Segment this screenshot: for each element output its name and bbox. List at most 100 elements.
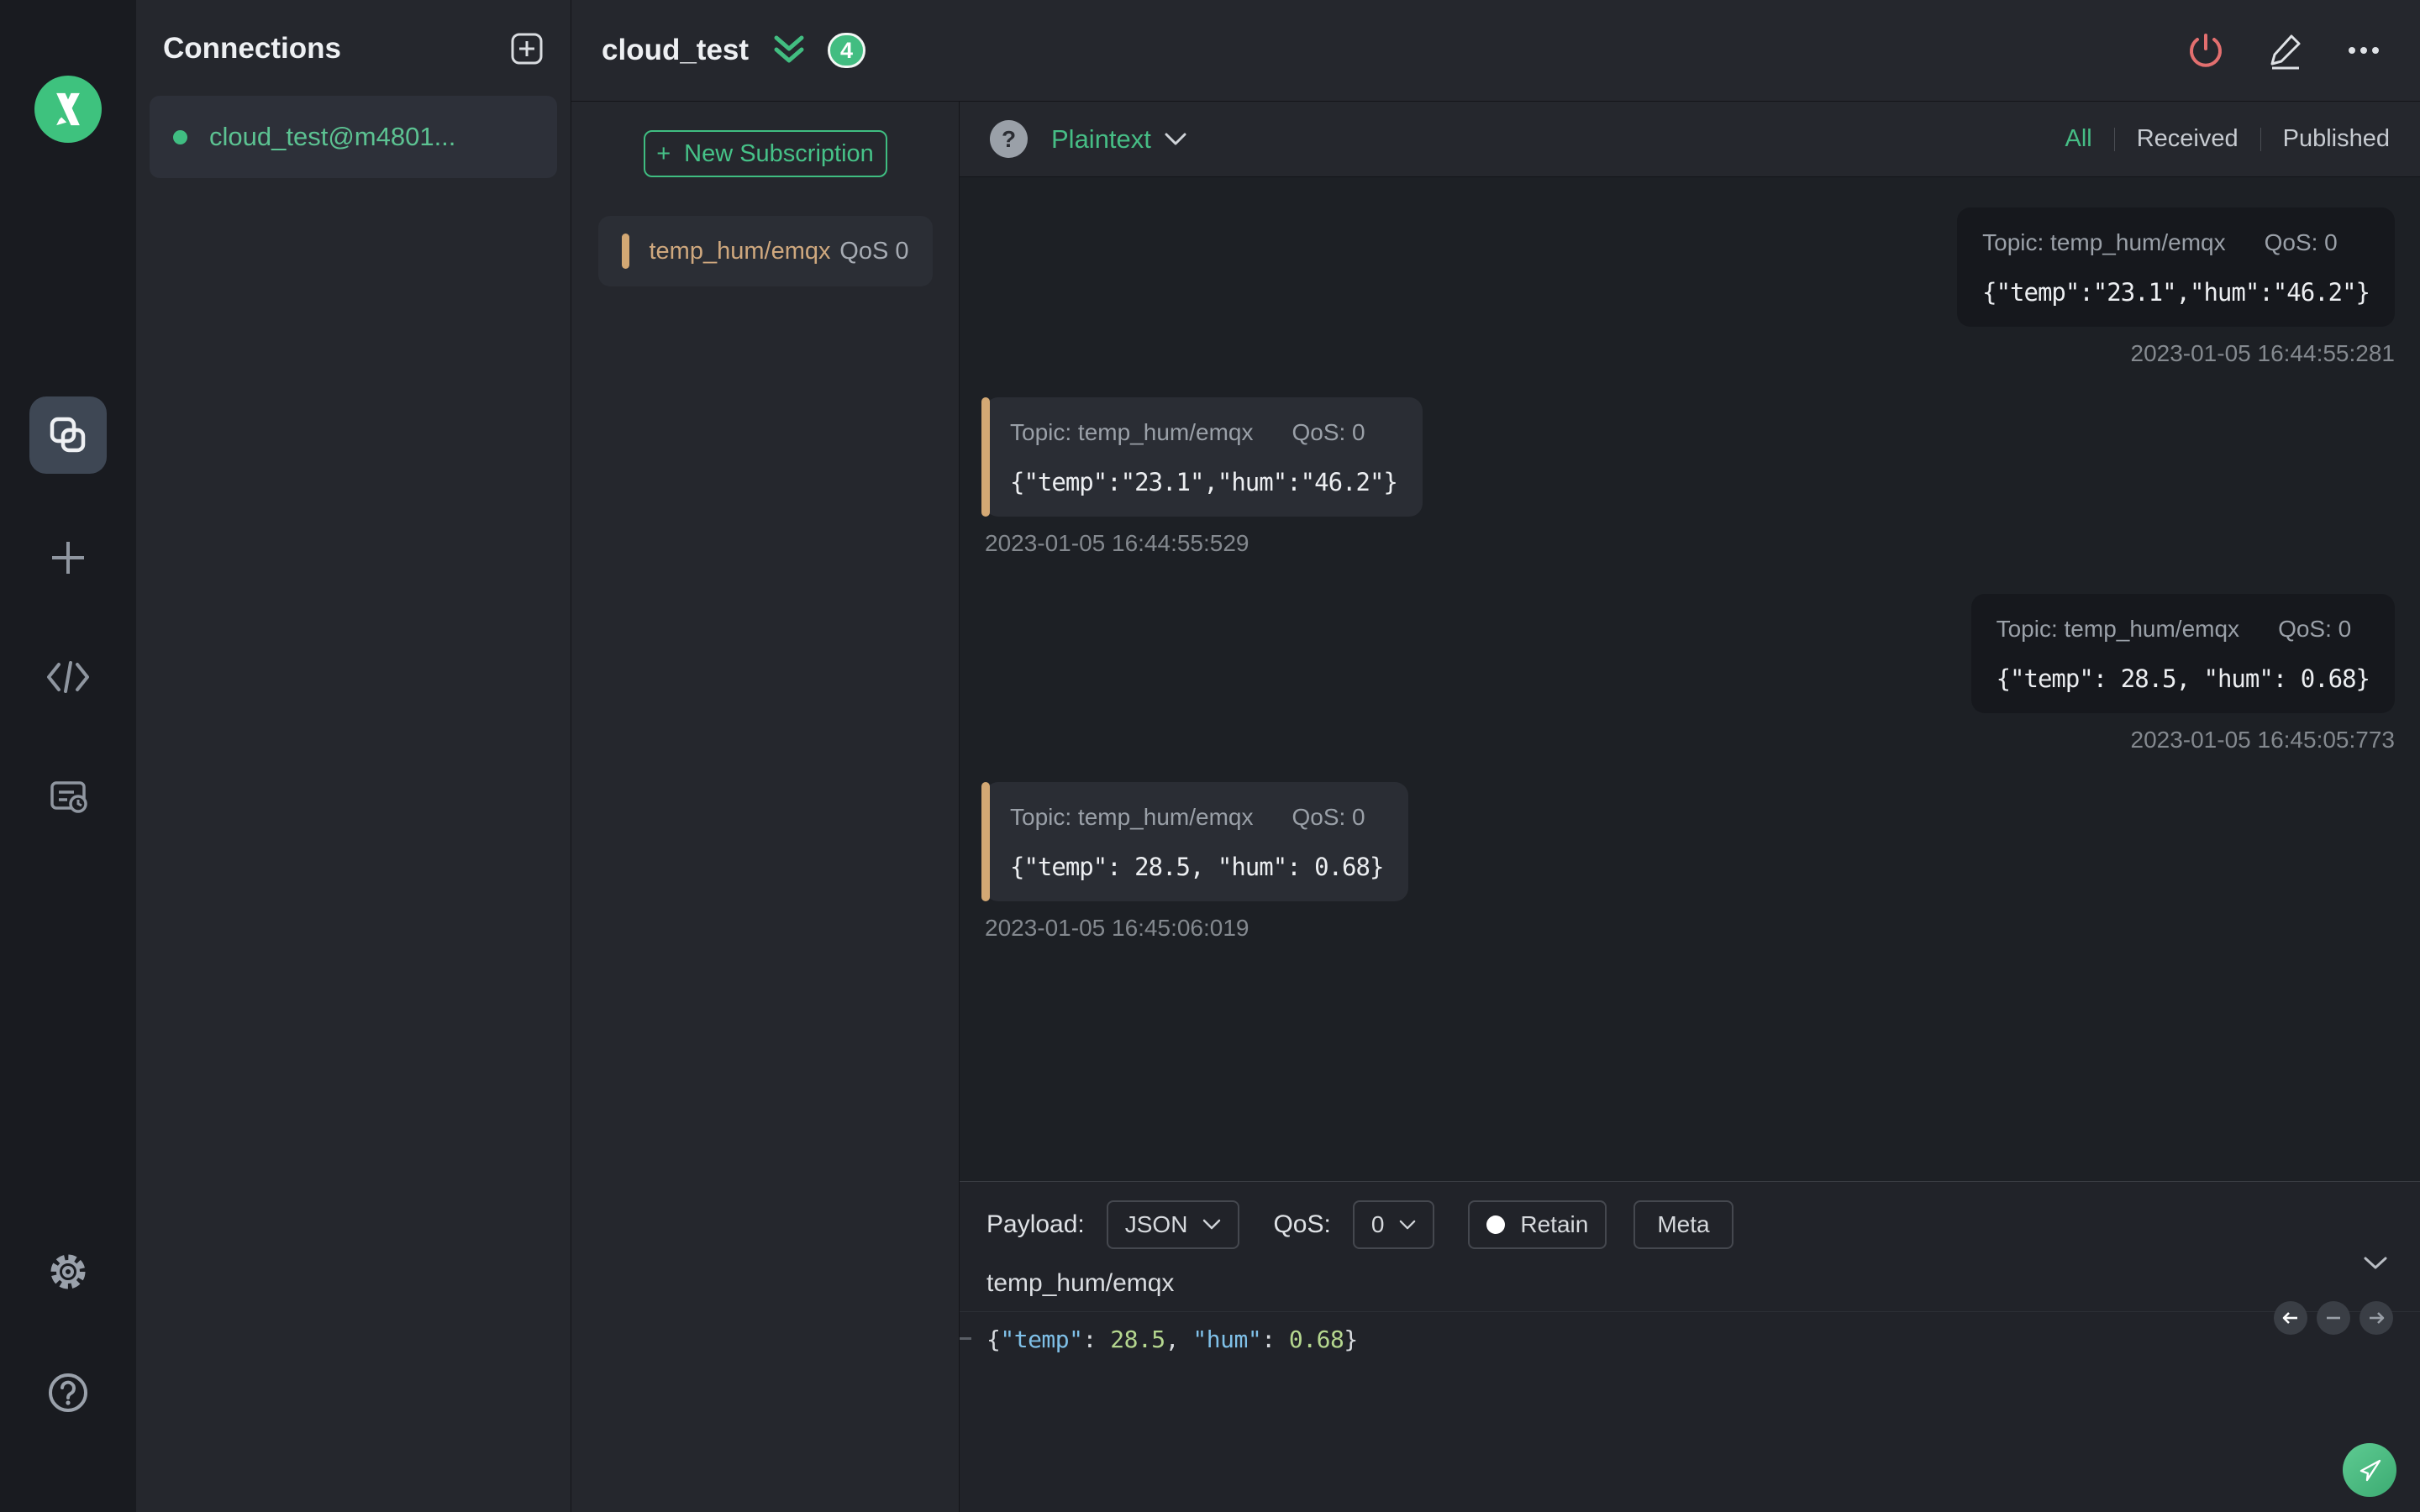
message-qos: QoS: 0: [2278, 616, 2352, 642]
subscription-qos: QoS 0: [839, 237, 909, 265]
more-options-button[interactable]: [2344, 31, 2383, 70]
qos-select[interactable]: 0: [1352, 1200, 1435, 1249]
mqttx-logo-icon: [56, 92, 80, 126]
double-chevron-down-icon: [774, 35, 804, 63]
message-bubble: Topic: temp_hum/emqx QoS: 0 {"temp":"23.…: [981, 397, 1423, 517]
payload-token: 28.5: [1110, 1326, 1165, 1353]
message-meta: Topic: temp_hum/emqx QoS: 0: [1010, 419, 1397, 446]
message-list[interactable]: Topic: temp_hum/emqx QoS: 0 {"temp":"23.…: [960, 177, 2420, 1181]
payload-history-pager: [2274, 1301, 2393, 1335]
rail-connections-tab[interactable]: [29, 396, 107, 474]
payload-format-help-icon[interactable]: ?: [990, 120, 1028, 158]
message-timestamp: 2023-01-05 16:44:55:529: [985, 530, 1249, 556]
message-timestamp: 2023-01-05 16:45:05:773: [2130, 727, 2396, 753]
payload-token: ,: [1165, 1326, 1193, 1353]
send-icon: [2360, 1459, 2381, 1482]
retain-label: Retain: [1520, 1211, 1589, 1237]
ellipsis-icon: [2349, 47, 2379, 54]
collapse-editor-button[interactable]: [2363, 1256, 2388, 1275]
main-region: cloud_test 4 + New Subscription temp_hum…: [571, 0, 2420, 1512]
payload-token: "hum": [1192, 1326, 1262, 1353]
message-format-select[interactable]: Plaintext: [1051, 124, 1186, 155]
rail-log-tab[interactable]: [29, 758, 107, 835]
messages-panel: ? Plaintext All Received Published Topic…: [960, 102, 2420, 1512]
payload-format-value: JSON: [1124, 1211, 1188, 1237]
power-icon: [2190, 34, 2222, 67]
mqttx-logo: [34, 76, 102, 143]
plus-glyph: +: [656, 139, 671, 167]
message-timestamp: 2023-01-05 16:44:55:281: [2130, 340, 2396, 366]
rail-script-tab[interactable]: [29, 638, 107, 716]
publish-toolbar: Payload: JSON QoS: 0 Retain Meta: [960, 1182, 2420, 1263]
message-published: Topic: temp_hum/emqx QoS: 0 {"temp":"23.…: [1957, 207, 2395, 367]
message-bubble: Topic: temp_hum/emqx QoS: 0 {"temp": 28.…: [981, 782, 1409, 901]
connections-panel: Connections cloud_test@m4801...: [136, 0, 571, 1512]
edit-connection-button[interactable]: [2265, 31, 2304, 70]
payload-token: "temp": [1000, 1326, 1083, 1353]
subscription-color-pill: [621, 234, 629, 269]
publish-payload-editor[interactable]: {"temp": 28.5, "hum": 0.68}: [960, 1312, 2420, 1367]
disconnect-button[interactable]: [2186, 31, 2225, 70]
plus-icon: [52, 542, 84, 574]
publish-topic-input[interactable]: temp_hum/emqx: [960, 1263, 2420, 1312]
message-published: Topic: temp_hum/emqx QoS: 0 {"temp": 28.…: [1970, 594, 2396, 753]
filter-published[interactable]: Published: [2283, 125, 2390, 153]
payload-token: :: [1261, 1326, 1289, 1353]
new-subscription-button[interactable]: + New Subscription: [643, 130, 887, 177]
payload-token: 0.68: [1288, 1326, 1344, 1353]
message-received: Topic: temp_hum/emqx QoS: 0 {"temp":"23.…: [981, 397, 1423, 557]
code-icon: [47, 661, 89, 693]
retain-toggle[interactable]: Retain: [1468, 1200, 1607, 1249]
message-format-value: Plaintext: [1051, 123, 1151, 154]
message-filters: All Received Published: [2065, 125, 2390, 153]
new-subscription-label: New Subscription: [684, 139, 874, 167]
payload-format-select[interactable]: JSON: [1106, 1200, 1240, 1249]
connection-title: cloud_test: [602, 34, 750, 66]
message-meta: Topic: temp_hum/emqx QoS: 0: [1996, 616, 2370, 643]
collapse-connection-chevron[interactable]: [772, 33, 806, 68]
rail-settings-button[interactable]: [29, 1233, 107, 1310]
rail-new-connection-button[interactable]: [29, 519, 107, 596]
titlebar-actions: [2186, 31, 2383, 70]
history-current-button[interactable]: [2317, 1301, 2350, 1335]
add-connection-button[interactable]: [510, 32, 544, 66]
chevron-down-icon: [1203, 1219, 1221, 1230]
message-payload: {"temp": 28.5, "hum": 0.68}: [1010, 853, 1384, 881]
meta-button[interactable]: Meta: [1634, 1200, 1733, 1249]
filter-all[interactable]: All: [2065, 125, 2091, 153]
history-prev-button[interactable]: [2274, 1301, 2307, 1335]
nav-rail: [0, 0, 136, 1512]
subscriptions-panel: + New Subscription temp_hum/emqx QoS 0: [571, 102, 960, 1512]
payload-token: }: [1344, 1326, 1358, 1353]
message-topic: Topic: temp_hum/emqx: [1010, 804, 1254, 830]
subscription-list-item[interactable]: temp_hum/emqx QoS 0: [597, 216, 933, 286]
message-topic: Topic: temp_hum/emqx: [1010, 419, 1254, 445]
message-bubble: Topic: temp_hum/emqx QoS: 0 {"temp":"23.…: [1957, 207, 2395, 327]
connection-name: cloud_test@m4801...: [209, 122, 456, 151]
connection-content: + New Subscription temp_hum/emqx QoS 0 ?…: [571, 102, 2420, 1512]
message-topic: Topic: temp_hum/emqx: [1996, 616, 2240, 642]
retain-indicator-dot: [1486, 1215, 1506, 1234]
message-payload: {"temp":"23.1","hum":"46.2"}: [1010, 468, 1398, 496]
send-message-button[interactable]: [2343, 1443, 2396, 1497]
log-icon: [50, 781, 87, 813]
filter-separator: [2260, 127, 2261, 151]
rail-help-button[interactable]: [29, 1354, 107, 1431]
connections-title: Connections: [163, 32, 341, 65]
qos-label: QoS:: [1273, 1210, 1331, 1238]
gear-icon: [50, 1254, 86, 1289]
connections-header: Connections: [136, 0, 571, 91]
app-window: Connections cloud_test@m4801... cloud_te…: [0, 0, 2420, 1512]
history-next-button[interactable]: [2360, 1301, 2393, 1335]
message-payload: {"temp": 28.5, "hum": 0.68}: [1996, 664, 2370, 693]
connection-titlebar: cloud_test 4: [571, 0, 2420, 102]
arrow-left-icon: [2282, 1312, 2297, 1324]
subscription-color-pill: [981, 782, 990, 901]
filter-received[interactable]: Received: [2137, 125, 2238, 153]
connection-list-item[interactable]: cloud_test@m4801...: [150, 96, 557, 178]
filter-separator: [2113, 127, 2115, 151]
message-meta: Topic: temp_hum/emqx QoS: 0: [1982, 229, 2370, 256]
subscription-topic: temp_hum/emqx: [649, 237, 831, 265]
qos-value: 0: [1370, 1211, 1385, 1237]
messages-toolbar: ? Plaintext All Received Published: [960, 102, 2420, 177]
